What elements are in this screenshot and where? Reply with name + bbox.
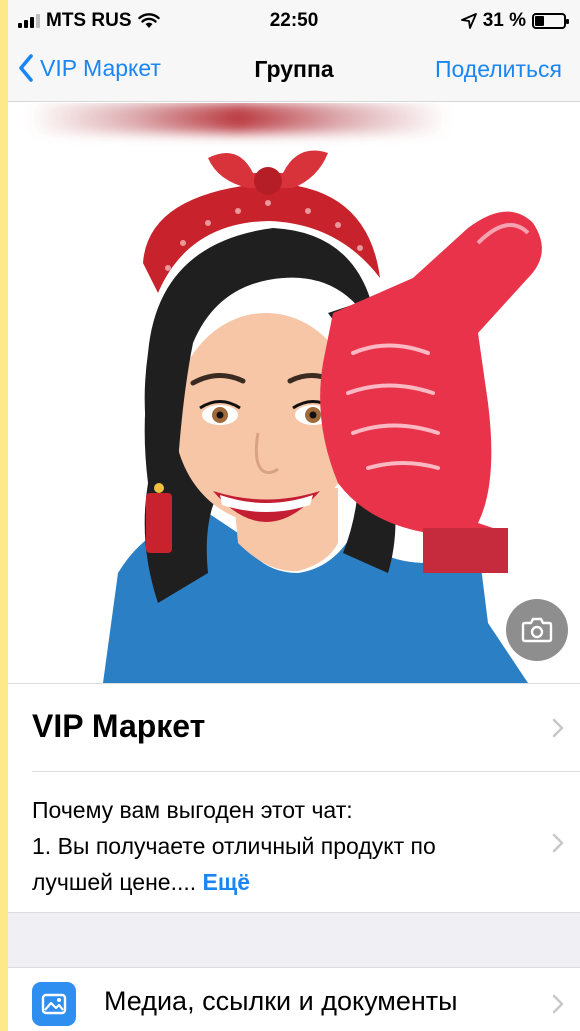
screen: MTS RUS 22:50 31 % VIP Маркет Группа Под… — [8, 0, 580, 1031]
group-avatar-image — [103, 150, 542, 683]
divider — [32, 771, 580, 772]
description-line: 1. Вы получаете отличный продукт по — [32, 833, 436, 859]
status-bar: MTS RUS 22:50 31 % — [8, 0, 580, 40]
media-links-docs-row[interactable]: Медиа, ссылки и документы — [8, 968, 580, 1031]
group-avatar-area[interactable] — [8, 103, 580, 683]
description-line-last: лучшей цене.... Ещё — [32, 864, 532, 900]
group-name-row[interactable]: VIP Маркет — [8, 683, 580, 771]
battery-percent: 31 % — [482, 10, 526, 31]
back-label: VIP Маркет — [40, 54, 161, 81]
share-button[interactable]: Поделиться — [435, 56, 562, 83]
battery-fill — [535, 16, 545, 26]
camera-icon — [521, 617, 553, 643]
media-label: Медиа, ссылки и документы — [104, 986, 458, 1016]
description-line: Почему вам выгоден этот чат: — [32, 797, 353, 823]
battery-icon — [532, 13, 569, 29]
status-right: 31 % — [460, 10, 569, 32]
change-photo-button[interactable] — [506, 599, 568, 661]
group-name: VIP Маркет — [32, 708, 206, 744]
chevron-right-icon — [552, 833, 564, 853]
group-description[interactable]: Почему вам выгоден этот чат: 1. Вы получ… — [32, 792, 532, 900]
location-arrow-icon — [460, 13, 477, 29]
back-button[interactable]: VIP Маркет — [18, 54, 161, 82]
more-link[interactable]: Ещё — [203, 869, 251, 895]
description-line: лучшей цене.... — [32, 869, 197, 895]
back-chevron-icon — [19, 54, 33, 82]
nav-bar: VIP Маркет Группа Поделиться — [8, 40, 580, 102]
chevron-right-icon — [552, 994, 564, 1014]
section-gap — [8, 912, 580, 968]
photo-icon — [32, 982, 76, 1026]
chevron-right-icon — [552, 718, 564, 738]
